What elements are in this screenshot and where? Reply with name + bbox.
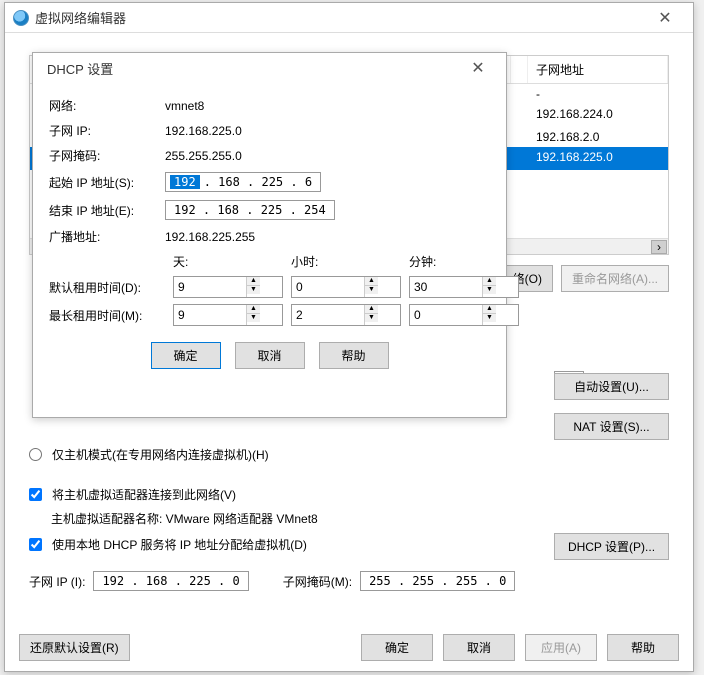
hour-header: 小时: [291,253,401,270]
default-min-spinner[interactable]: ▲▼ [409,276,519,298]
start-ip-label: 起始 IP 地址(S): [49,174,165,191]
min-header: 分钟: [409,253,519,270]
nat-settings-button[interactable]: NAT 设置(S)... [554,413,669,440]
connect-adapter-row[interactable]: 将主机虚拟适配器连接到此网络(V) [29,483,669,506]
use-dhcp-label: 使用本地 DHCP 服务将 IP 地址分配给虚拟机(D) [52,536,307,553]
auto-settings-button[interactable]: 自动设置(U)... [554,373,669,400]
max-min-spinner[interactable]: ▲▼ [409,304,519,326]
scroll-right-icon[interactable]: › [651,240,667,254]
max-lease-label: 最长租用时间(M): [49,307,165,324]
end-ip-label: 结束 IP 地址(E): [49,202,165,219]
default-lease-label: 默认租用时间(D): [49,279,165,296]
broadcast-label: 广播地址: [49,228,165,245]
spin-down-icon[interactable]: ▼ [483,286,496,294]
subnet-mask-input[interactable]: 255 . 255 . 255 . 0 [360,571,515,591]
dhcp-close-icon[interactable]: ✕ [458,58,498,78]
app-icon [13,10,29,26]
spin-down-icon[interactable]: ▼ [365,314,378,322]
subnet-ip-label: 子网 IP (I): [29,573,85,590]
start-ip-oct1: 192 [170,175,200,189]
dhcp-help-button[interactable]: 帮助 [319,342,389,369]
network-label: 网络: [49,97,165,114]
end-ip-input[interactable]: 192 . 168 . 225 . 254 [165,200,335,220]
dhcp-subnet-mask-label: 子网掩码: [49,147,165,164]
close-icon[interactable]: ✕ [645,8,685,28]
help-button[interactable]: 帮助 [607,634,679,661]
dhcp-subnet-ip-value: 192.168.225.0 [165,124,242,138]
spin-down-icon[interactable]: ▼ [365,286,378,294]
main-titlebar: 虚拟网络编辑器 ✕ [5,3,693,33]
start-ip-input[interactable]: 192 . 168 . 225 . 6 [165,172,321,192]
dhcp-dialog: DHCP 设置 ✕ 网络:vmnet8 子网 IP:192.168.225.0 … [32,52,507,418]
window-title: 虚拟网络编辑器 [35,8,645,27]
default-day-spinner[interactable]: ▲▼ [173,276,283,298]
connect-adapter-checkbox[interactable] [29,488,42,501]
broadcast-value: 192.168.225.255 [165,230,255,244]
hostonly-radio[interactable] [29,448,42,461]
apply-button[interactable]: 应用(A) [525,634,597,661]
spin-up-icon[interactable]: ▲ [365,305,378,314]
max-hour-spinner[interactable]: ▲▼ [291,304,401,326]
subnet-mask-label: 子网掩码(M): [283,573,352,590]
max-day-spinner[interactable]: ▲▼ [173,304,283,326]
cancel-button[interactable]: 取消 [443,634,515,661]
dhcp-cancel-button[interactable]: 取消 [235,342,305,369]
hostonly-label: 仅主机模式(在专用网络内连接虚拟机)(H) [52,446,269,463]
day-header: 天: [173,253,283,270]
rename-network-button[interactable]: 重命名网络(A)... [561,265,669,292]
col-subnet[interactable]: 子网地址 [528,56,668,83]
use-dhcp-row[interactable]: 使用本地 DHCP 服务将 IP 地址分配给虚拟机(D) [29,533,669,556]
ok-button[interactable]: 确定 [361,634,433,661]
spin-up-icon[interactable]: ▲ [483,277,496,286]
restore-defaults-button[interactable]: 还原默认设置(R) [19,634,130,661]
adapter-name-label: 主机虚拟适配器名称: VMware 网络适配器 VMnet8 [29,510,669,527]
default-hour-spinner[interactable]: ▲▼ [291,276,401,298]
spin-up-icon[interactable]: ▲ [247,305,260,314]
dhcp-ok-button[interactable]: 确定 [151,342,221,369]
spin-up-icon[interactable]: ▲ [365,277,378,286]
spin-down-icon[interactable]: ▼ [483,314,496,322]
dhcp-subnet-ip-label: 子网 IP: [49,122,165,139]
use-dhcp-checkbox[interactable] [29,538,42,551]
spin-up-icon[interactable]: ▲ [247,277,260,286]
spin-down-icon[interactable]: ▼ [247,314,260,322]
connect-adapter-label: 将主机虚拟适配器连接到此网络(V) [52,486,236,503]
spin-up-icon[interactable]: ▲ [483,305,496,314]
network-value: vmnet8 [165,99,204,113]
subnet-ip-input[interactable]: 192 . 168 . 225 . 0 [93,571,248,591]
spin-down-icon[interactable]: ▼ [247,286,260,294]
col-spacer [511,56,528,83]
dhcp-title: DHCP 设置 [41,59,458,78]
hostonly-radio-row[interactable]: 仅主机模式(在专用网络内连接虚拟机)(H) [29,443,669,466]
dhcp-subnet-mask-value: 255.255.255.0 [165,149,242,163]
